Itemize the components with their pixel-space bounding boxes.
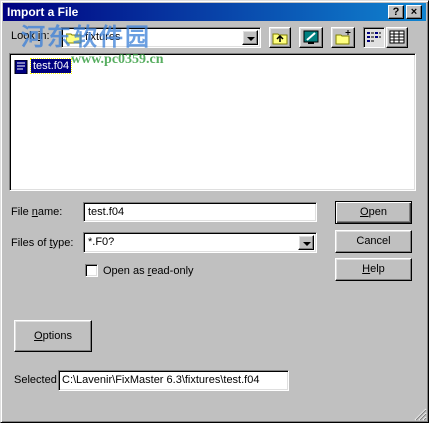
files-of-type-dropdown-arrow[interactable] xyxy=(298,235,314,250)
look-in-label: Look in: xyxy=(11,30,50,42)
folder-icon xyxy=(66,33,82,44)
cancel-button[interactable]: Cancel xyxy=(335,230,412,253)
read-only-checkbox[interactable] xyxy=(85,264,98,277)
selected-label: Selected xyxy=(14,374,57,386)
details-view-icon xyxy=(389,30,405,44)
window-title: Import a File xyxy=(7,5,79,19)
file-list[interactable]: test.f04 xyxy=(9,53,416,191)
close-button[interactable]: × xyxy=(406,5,422,19)
document-icon xyxy=(14,60,28,74)
list-view-button[interactable] xyxy=(363,27,385,48)
file-name-text: test.f04 xyxy=(29,58,73,74)
look-in-combo[interactable]: fixtures xyxy=(61,27,261,48)
desktop-button[interactable] xyxy=(299,27,323,48)
file-name-value: test.f04 xyxy=(88,206,125,218)
up-folder-icon xyxy=(272,33,288,45)
file-name-label: File name: xyxy=(11,206,63,218)
open-button[interactable]: Open xyxy=(335,201,412,224)
help-title-button[interactable]: ? xyxy=(388,5,404,19)
selected-path-value: C:\Lavenir\FixMaster 6.3\fixtures\test.f… xyxy=(62,374,260,386)
desktop-icon xyxy=(303,30,319,44)
options-button[interactable]: Options xyxy=(14,320,92,352)
files-of-type-value: *.F0? xyxy=(88,236,115,248)
read-only-label[interactable]: Open as read-only xyxy=(103,265,194,277)
new-folder-button[interactable] xyxy=(331,27,355,48)
file-name-input[interactable]: test.f04 xyxy=(83,202,317,222)
new-folder-icon xyxy=(335,30,351,45)
up-folder-button[interactable] xyxy=(269,27,291,48)
help-button[interactable]: Help xyxy=(335,258,412,281)
title-bar[interactable]: Import a File ? × xyxy=(3,3,426,21)
list-view-icon xyxy=(367,32,381,42)
look-in-value: fixtures xyxy=(85,31,121,43)
look-in-dropdown-arrow[interactable] xyxy=(242,30,258,45)
details-view-button[interactable] xyxy=(386,27,408,48)
resize-grip-icon[interactable] xyxy=(414,408,427,421)
selected-path-field[interactable]: C:\Lavenir\FixMaster 6.3\fixtures\test.f… xyxy=(58,370,289,391)
import-file-dialog: Import a File ? × Look in: fixtures test… xyxy=(0,0,429,423)
files-of-type-combo[interactable]: *.F0? xyxy=(83,232,317,253)
files-of-type-label: Files of type: xyxy=(11,237,74,249)
